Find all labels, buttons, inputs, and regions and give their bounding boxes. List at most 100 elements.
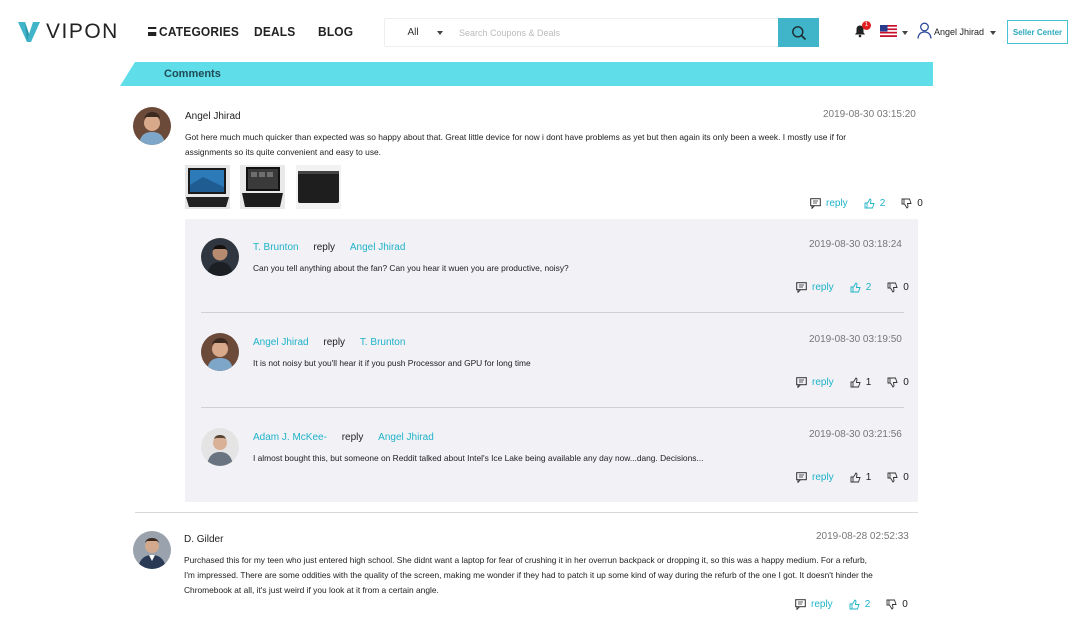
reply-author[interactable]: Angel Jhirad — [253, 337, 309, 348]
reply-text: Can you tell anything about the fan? Can… — [253, 263, 569, 273]
nav-blog[interactable]: BLOG — [318, 24, 353, 39]
avatar-angel-jhirad — [201, 333, 239, 371]
reply-button[interactable]: reply — [812, 282, 834, 293]
comment-bubble-icon[interactable] — [795, 599, 806, 610]
search-bar: All — [384, 18, 819, 47]
comment-image-thumbnail[interactable] — [185, 165, 230, 209]
reply-date: 2019-08-30 03:21:56 — [809, 429, 902, 440]
comment-author[interactable]: D. Gilder — [184, 534, 223, 545]
comment-text-line: assignments so its quite convenient and … — [185, 147, 381, 157]
reply-target[interactable]: T. Brunton — [360, 337, 406, 348]
avatar-angel-jhirad — [133, 107, 171, 145]
comment-image-thumbnail[interactable] — [296, 165, 341, 209]
vipon-logo-icon — [18, 22, 40, 42]
language-chevron-down-icon[interactable] — [902, 31, 908, 35]
comments-section-header: Comments — [120, 62, 933, 86]
comment-author[interactable]: Angel Jhirad — [185, 111, 241, 122]
search-icon — [791, 25, 806, 40]
reply-text: I almost bought this, but someone on Red… — [253, 453, 704, 463]
reply-text: It is not noisy but you'll hear it if yo… — [253, 358, 531, 368]
laptop-photo-1 — [185, 165, 230, 209]
comment-date: 2019-08-28 02:52:33 — [816, 531, 909, 542]
avatar[interactable] — [133, 107, 171, 145]
thumbs-down-icon[interactable] — [887, 472, 898, 483]
hamburger-icon — [148, 27, 157, 36]
reply-divider — [201, 407, 904, 408]
nav-categories[interactable]: CATEGORIES — [148, 24, 239, 39]
comment-separator — [135, 512, 918, 513]
like-count: 2 — [879, 198, 886, 209]
like-count: 2 — [865, 282, 872, 293]
thumbs-up-icon[interactable] — [850, 282, 861, 293]
search-category-value: All — [407, 27, 419, 38]
thumbs-down-icon[interactable] — [887, 377, 898, 388]
like-count: 1 — [865, 377, 872, 388]
avatar[interactable] — [201, 238, 239, 276]
search-button[interactable] — [778, 18, 819, 47]
reply-button[interactable]: reply — [811, 599, 833, 610]
thumbs-down-icon[interactable] — [887, 282, 898, 293]
reply-author[interactable]: Adam J. McKee- — [253, 432, 327, 443]
header-user-name[interactable]: Angel Jhirad — [934, 27, 984, 37]
comments-title: Comments — [164, 68, 221, 80]
reply-target[interactable]: Angel Jhirad — [378, 432, 434, 443]
comment-bubble-icon[interactable] — [810, 198, 821, 209]
reply-word: reply — [313, 242, 336, 253]
thumbs-up-icon[interactable] — [849, 599, 860, 610]
user-icon[interactable] — [917, 22, 932, 39]
avatar[interactable] — [201, 428, 239, 466]
thumbs-down-icon[interactable] — [901, 198, 912, 209]
reply-header: T. Brunton reply Angel Jhirad — [253, 242, 405, 253]
comment-actions: reply 2 0 — [810, 198, 923, 209]
avatar-adam-mckee — [201, 428, 239, 466]
seller-center-button[interactable]: Seller Center — [1007, 20, 1068, 44]
brand-name: VIPON — [46, 20, 119, 43]
avatar[interactable] — [133, 531, 171, 569]
reply-header: Angel Jhirad reply T. Brunton — [253, 337, 405, 348]
search-input[interactable] — [455, 19, 778, 46]
comment-bubble-icon[interactable] — [796, 282, 807, 293]
nav-deals[interactable]: DEALS — [254, 24, 295, 39]
avatar-t-brunton — [201, 238, 239, 276]
comment-bubble-icon[interactable] — [796, 377, 807, 388]
comment-text-line: Purchased this for my teen who just ente… — [184, 555, 867, 565]
nav-categories-label: CATEGORIES — [159, 24, 240, 39]
reply-actions: reply 1 0 — [796, 377, 909, 388]
reply-button[interactable]: reply — [826, 198, 848, 209]
comment-image-thumbnail[interactable] — [240, 165, 285, 209]
like-count: 2 — [864, 599, 871, 610]
comment-date: 2019-08-30 03:15:20 — [823, 109, 916, 120]
thumbs-up-icon[interactable] — [864, 198, 875, 209]
us-flag-icon[interactable] — [880, 25, 897, 37]
thumbs-up-icon[interactable] — [850, 472, 861, 483]
thumbs-up-icon[interactable] — [850, 377, 861, 388]
reply-target[interactable]: Angel Jhirad — [350, 242, 406, 253]
reply-author[interactable]: T. Brunton — [253, 242, 299, 253]
reply-date: 2019-08-30 03:19:50 — [809, 334, 902, 345]
user-menu-chevron-down-icon[interactable] — [990, 31, 996, 35]
comment-text: Got here much much quicker than expected… — [185, 130, 846, 160]
like-count: 1 — [865, 472, 872, 483]
vipon-logo[interactable]: VIPON — [18, 20, 119, 44]
comment-text-line: Chromebook at all, it's just weird if yo… — [184, 585, 439, 595]
dislike-count: 0 — [903, 472, 909, 483]
dislike-count: 0 — [903, 377, 909, 388]
reply-actions: reply 2 0 — [796, 282, 909, 293]
reply-button[interactable]: reply — [812, 472, 834, 483]
thumbs-down-icon[interactable] — [886, 599, 897, 610]
reply-word: reply — [341, 432, 364, 443]
top-header: VIPON CATEGORIES DEALS BLOG All 1 — [0, 0, 1080, 62]
avatar-d-gilder — [133, 531, 171, 569]
comment-text: Purchased this for my teen who just ente… — [184, 553, 873, 598]
avatar[interactable] — [201, 333, 239, 371]
comment-text-line: Got here much much quicker than expected… — [185, 132, 847, 142]
chevron-down-icon — [436, 30, 443, 35]
dislike-count: 0 — [903, 282, 909, 293]
reply-divider — [201, 312, 904, 313]
reply-actions: reply 1 0 — [796, 472, 909, 483]
reply-date: 2019-08-30 03:18:24 — [809, 239, 902, 250]
comment-bubble-icon[interactable] — [796, 472, 807, 483]
comment-text-line: I'm impressed. There are some oddities w… — [184, 570, 873, 580]
search-category-select[interactable]: All — [385, 27, 455, 38]
reply-button[interactable]: reply — [812, 377, 834, 388]
